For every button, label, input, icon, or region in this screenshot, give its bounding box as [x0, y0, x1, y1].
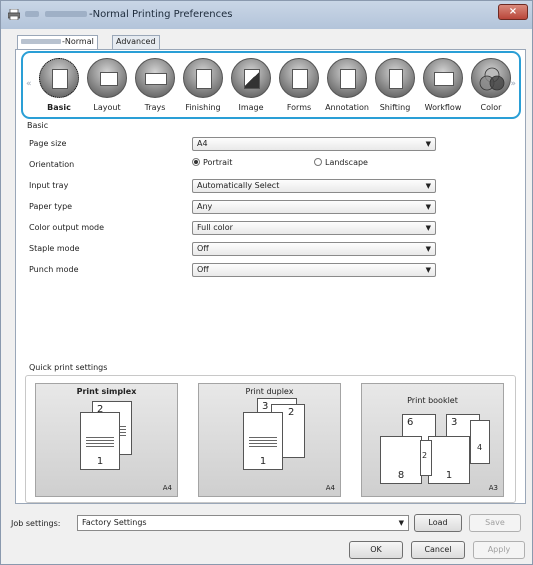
- feature-basic[interactable]: Basic: [37, 57, 81, 117]
- shifting-icon: [375, 58, 415, 98]
- feature-icon-strip: « » Basic Layout Trays Finishing Image F…: [21, 51, 521, 119]
- redacted-title-block: [45, 11, 87, 17]
- scroll-left-icon[interactable]: «: [26, 79, 32, 89]
- title-bar: -Normal Printing Preferences ×: [1, 1, 532, 29]
- color-mode-select[interactable]: Full color ▼: [192, 221, 436, 235]
- feature-layout[interactable]: Layout: [85, 57, 129, 117]
- save-button[interactable]: Save: [469, 514, 521, 532]
- chevron-down-icon: ▼: [398, 519, 404, 527]
- annotation-icon: [327, 58, 367, 98]
- page-icon: 1: [428, 436, 470, 484]
- window-title: -Normal Printing Preferences: [89, 9, 233, 20]
- print-duplex-card[interactable]: Print duplex 3 2 1 A4: [198, 383, 341, 497]
- printing-preferences-window: -Normal Printing Preferences × -Normal A…: [0, 0, 533, 565]
- ok-button[interactable]: OK: [349, 541, 403, 559]
- feature-annotation[interactable]: Annotation: [325, 57, 369, 117]
- cancel-button[interactable]: Cancel: [411, 541, 465, 559]
- input-tray-select[interactable]: Automatically Select ▼: [192, 179, 436, 193]
- radio-unselected-icon: [314, 158, 322, 166]
- staple-mode-label: Staple mode: [29, 244, 80, 253]
- quick-print-settings-group: Print simplex 2 1 A4 Print duplex 3 2 1 …: [25, 375, 516, 503]
- chevron-down-icon: ▼: [425, 203, 431, 211]
- forms-icon: [279, 58, 319, 98]
- page-icon: 1: [243, 412, 283, 470]
- paper-type-select[interactable]: Any ▼: [192, 200, 436, 214]
- color-mode-label: Color output mode: [29, 223, 105, 232]
- paper-type-label: Paper type: [29, 202, 73, 211]
- orientation-label: Orientation: [29, 160, 75, 169]
- radio-selected-icon: [192, 158, 200, 166]
- punch-mode-label: Punch mode: [29, 265, 79, 274]
- print-booklet-card[interactable]: Print booklet 6 3 8 1 2 4 A3: [361, 383, 504, 497]
- basic-panel: « » Basic Layout Trays Finishing Image F…: [15, 49, 526, 504]
- job-settings-row: Job settings: Factory Settings ▼ Load Sav…: [1, 514, 532, 535]
- workflow-icon: [423, 58, 463, 98]
- feature-forms[interactable]: Forms: [277, 57, 321, 117]
- section-title: Basic: [27, 121, 49, 130]
- page-icon: 8: [380, 436, 422, 484]
- page-size-label: Page size: [29, 139, 67, 148]
- chevron-down-icon: ▼: [425, 140, 431, 148]
- chevron-down-icon: ▼: [425, 266, 431, 274]
- close-button[interactable]: ×: [498, 4, 528, 20]
- chevron-down-icon: ▼: [425, 245, 431, 253]
- page-icon: 2: [420, 440, 432, 476]
- quick-print-settings-title: Quick print settings: [26, 363, 111, 372]
- chevron-down-icon: ▼: [425, 182, 431, 190]
- redacted-tab-block: [21, 39, 61, 44]
- page-size-select[interactable]: A4 ▼: [192, 137, 436, 151]
- print-simplex-card[interactable]: Print simplex 2 1 A4: [35, 383, 178, 497]
- feature-color[interactable]: Color: [469, 57, 513, 117]
- trays-icon: [135, 58, 175, 98]
- basic-page-icon: [39, 58, 79, 98]
- layout-icon: [87, 58, 127, 98]
- tab-advanced[interactable]: Advanced: [112, 35, 160, 49]
- feature-trays[interactable]: Trays: [133, 57, 177, 117]
- apply-button[interactable]: Apply: [473, 541, 525, 559]
- color-icon: [471, 58, 511, 98]
- page-icon: 4: [470, 420, 490, 464]
- feature-workflow[interactable]: Workflow: [421, 57, 465, 117]
- staple-mode-select[interactable]: Off ▼: [192, 242, 436, 256]
- image-icon: [231, 58, 271, 98]
- tab-normal[interactable]: -Normal: [17, 35, 98, 50]
- job-settings-label: Job settings:: [11, 519, 61, 528]
- job-settings-select[interactable]: Factory Settings ▼: [77, 515, 409, 531]
- orientation-landscape-radio[interactable]: Landscape: [314, 158, 368, 167]
- feature-finishing[interactable]: Finishing: [181, 57, 225, 117]
- orientation-portrait-radio[interactable]: Portrait: [192, 158, 232, 167]
- punch-mode-select[interactable]: Off ▼: [192, 263, 436, 277]
- printer-icon: [8, 9, 20, 20]
- chevron-down-icon: ▼: [425, 224, 431, 232]
- feature-shifting[interactable]: Shifting: [373, 57, 417, 117]
- finishing-icon: [183, 58, 223, 98]
- page-icon: 1: [80, 412, 120, 470]
- input-tray-label: Input tray: [29, 181, 69, 190]
- feature-image[interactable]: Image: [229, 57, 273, 117]
- redacted-title-block: [25, 11, 39, 17]
- load-button[interactable]: Load: [414, 514, 462, 532]
